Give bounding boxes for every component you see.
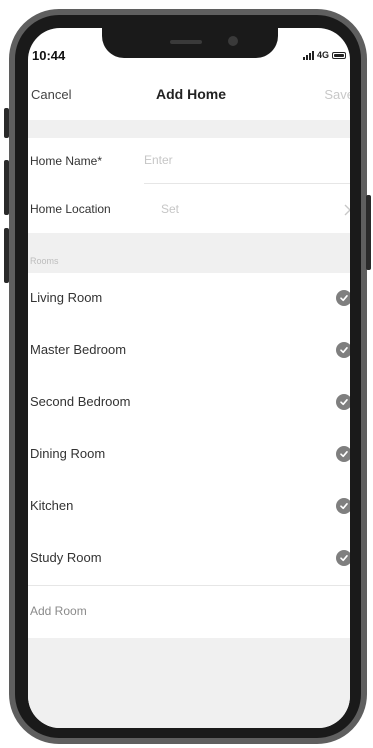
home-location-row[interactable]: Home Location Set [28, 185, 350, 233]
checkmark-circle-icon[interactable] [336, 498, 350, 514]
rooms-section-header: Rooms [28, 233, 350, 273]
save-button[interactable]: Save [324, 87, 350, 102]
room-item[interactable]: Dining Room [28, 429, 350, 481]
checkmark-circle-icon[interactable] [336, 550, 350, 566]
mute-switch [4, 108, 9, 138]
home-name-label: Home Name* [30, 154, 103, 168]
add-room-button[interactable]: Add Room [30, 604, 87, 618]
checkmark-circle-icon[interactable] [336, 290, 350, 306]
home-name-row: Home Name* [28, 138, 350, 184]
room-label: Kitchen [30, 498, 74, 513]
phone-screen: 10:44 4G Cancel Add Home Save Home Name*… [28, 28, 350, 728]
home-location-label: Home Location [30, 202, 111, 216]
navigation-bar: Cancel Add Home Save [28, 76, 350, 120]
section-spacer [28, 120, 350, 138]
room-label: Study Room [30, 550, 102, 565]
room-item[interactable]: Second Bedroom [28, 377, 350, 429]
network-type: 4G [316, 50, 329, 60]
room-label: Second Bedroom [30, 394, 131, 409]
volume-up-button [4, 160, 9, 215]
chevron-right-icon [344, 204, 350, 216]
room-label: Living Room [30, 290, 103, 305]
status-time: 10:44 [32, 48, 66, 63]
page-title: Add Home [156, 86, 226, 102]
home-location-value: Set [161, 202, 180, 216]
room-label: Master Bedroom [30, 342, 127, 357]
notch [102, 28, 278, 58]
home-name-input[interactable] [144, 151, 334, 169]
power-button [366, 195, 371, 270]
front-camera [228, 36, 238, 46]
field-divider [144, 183, 350, 184]
signal-bars-icon [302, 50, 314, 60]
checkmark-circle-icon[interactable] [336, 342, 350, 358]
room-label: Dining Room [30, 446, 106, 461]
speaker-grille [170, 40, 202, 44]
room-item[interactable]: Master Bedroom [28, 325, 350, 377]
checkmark-circle-icon[interactable] [336, 446, 350, 462]
bottom-spacer [28, 638, 350, 728]
rooms-header: Rooms [30, 256, 59, 266]
battery-icon [332, 51, 346, 59]
room-item[interactable]: Study Room [28, 533, 350, 585]
checkmark-circle-icon[interactable] [336, 394, 350, 410]
room-item[interactable]: Kitchen [28, 481, 350, 533]
add-room-row: Add Room [28, 586, 350, 638]
volume-down-button [4, 228, 9, 283]
room-item[interactable]: Living Room [28, 273, 350, 325]
status-indicators: 4G [302, 50, 346, 60]
